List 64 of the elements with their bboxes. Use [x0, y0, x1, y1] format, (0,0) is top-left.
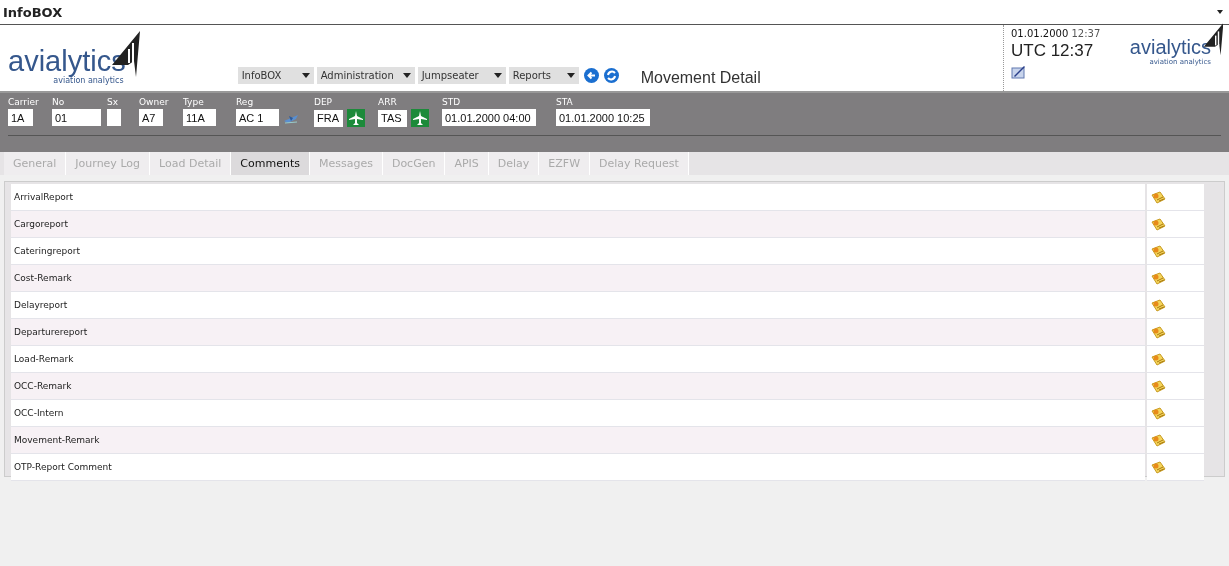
- note-icon[interactable]: [1151, 406, 1166, 420]
- input-field[interactable]: 01.01.2000 04:00: [442, 109, 536, 126]
- note-icon[interactable]: [1151, 217, 1166, 231]
- utc-time: UTC 12:37: [1011, 41, 1095, 61]
- comment-category: Cateringreport: [11, 238, 1145, 265]
- logo-text: avialytics: [8, 46, 126, 76]
- note-icon[interactable]: [1151, 379, 1166, 393]
- page-title: Movement Detail: [640, 69, 761, 87]
- field-label: DEP: [314, 97, 334, 107]
- logo-text: avialytics: [1129, 36, 1211, 58]
- airplane-icon[interactable]: [411, 109, 429, 127]
- field-label: Sx: [107, 97, 120, 107]
- field-label: Reg: [236, 97, 255, 107]
- note-icon[interactable]: [1151, 325, 1166, 339]
- comment-category: Movement-Remark: [11, 427, 1145, 454]
- comment-category: Delayreport: [11, 292, 1145, 319]
- input-field[interactable]: AC 1: [236, 109, 279, 126]
- field-label: Type: [183, 97, 205, 107]
- field-label: No: [52, 97, 66, 107]
- field-label: Carrier: [8, 97, 40, 107]
- comment-category: Departurereport: [11, 319, 1145, 346]
- field-label: STA: [556, 97, 574, 107]
- menu-dropdown[interactable]: Jumpseater: [417, 67, 506, 84]
- field-label: Owner: [139, 97, 170, 107]
- note-icon[interactable]: [1151, 190, 1166, 204]
- tab[interactable]: Comments: [231, 152, 310, 175]
- input-field[interactable]: FRA: [314, 109, 343, 127]
- airplane-icon[interactable]: [347, 109, 365, 127]
- input-field[interactable]: 11A: [183, 109, 216, 126]
- note-icon[interactable]: [1151, 352, 1166, 366]
- local-date-time: 01.01.2000 12:37: [1011, 28, 1101, 39]
- comment-category: Load-Remark: [11, 346, 1145, 373]
- comment-category: ArrivalReport: [11, 184, 1145, 211]
- comment-category: OCC-Intern: [11, 400, 1145, 427]
- comment-category: Cost-Remark: [11, 265, 1145, 292]
- note-icon[interactable]: [1151, 244, 1166, 258]
- comment-category: OTP-Report Comment: [11, 454, 1145, 481]
- note-icon[interactable]: [1151, 460, 1166, 474]
- input-field[interactable]: TAS: [378, 109, 407, 127]
- field-label: STD: [442, 97, 462, 107]
- caret-icon: [301, 73, 310, 78]
- edit-icon[interactable]: [1011, 65, 1026, 79]
- menu-dropdown[interactable]: InfoBOX: [237, 67, 314, 84]
- input-field[interactable]: 01.01.2000 10:25: [556, 109, 650, 126]
- logo-tagline: aviation analytics: [53, 76, 124, 85]
- input-field[interactable]: A7: [139, 109, 163, 126]
- caret-icon: [493, 73, 502, 78]
- menu-dropdown[interactable]: Administration: [316, 67, 415, 84]
- comment-category: OCC-Remark: [11, 373, 1145, 400]
- menu-dropdown[interactable]: Reports: [508, 67, 579, 84]
- input-field[interactable]: [107, 109, 121, 126]
- comment-category: Cargoreport: [11, 211, 1145, 238]
- caret-icon: [402, 73, 411, 78]
- window-title: InfoBOX: [3, 4, 63, 20]
- input-field[interactable]: 1A: [8, 109, 33, 126]
- input-field[interactable]: 01: [52, 109, 101, 126]
- caret-icon: [566, 73, 575, 78]
- field-label: ARR: [378, 97, 398, 107]
- note-icon[interactable]: [1151, 433, 1166, 447]
- note-icon[interactable]: [1151, 271, 1166, 285]
- refresh-icon[interactable]: [603, 68, 619, 83]
- back-icon[interactable]: [583, 68, 599, 83]
- caret-icon[interactable]: [1217, 10, 1223, 14]
- note-icon[interactable]: [1151, 298, 1166, 312]
